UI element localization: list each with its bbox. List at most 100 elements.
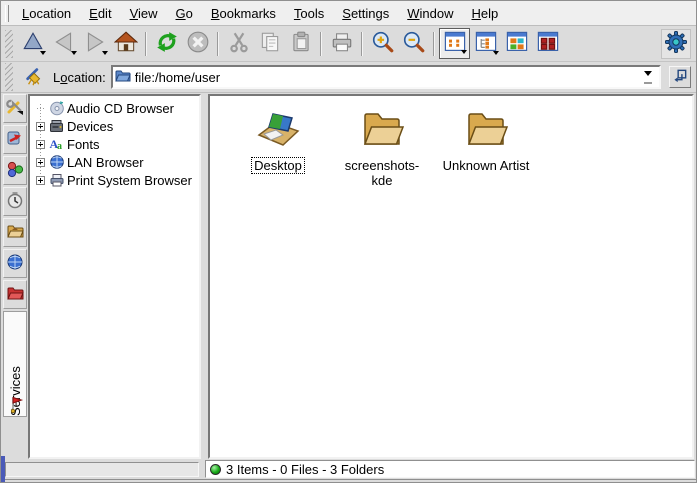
menubar-drag-handle[interactable] — [5, 5, 9, 22]
tree-item-label: LAN Browser — [67, 155, 144, 170]
folder-item-unknown-artist[interactable]: Unknown Artist — [434, 102, 538, 174]
toolbar-separator — [217, 32, 219, 56]
up-arrow-button[interactable] — [17, 28, 48, 59]
folder-item-screenshots-kde[interactable]: screenshots-kde — [330, 102, 434, 189]
clear-location-button[interactable] — [22, 64, 48, 90]
tree-item-audio-cd-browser[interactable]: Audio CD Browser — [30, 99, 199, 117]
reload-icon — [155, 30, 179, 57]
stop-button[interactable] — [182, 28, 213, 59]
sidebar-tab-services[interactable]: Services — [3, 311, 27, 417]
sidebar-tab-strip: Services — [3, 94, 28, 459]
sidebar-tab-root-folder[interactable] — [3, 280, 27, 309]
sidebar-statusbar — [5, 462, 199, 477]
stop-icon — [186, 30, 210, 57]
tree-view-button[interactable] — [470, 28, 501, 59]
status-led-icon — [210, 464, 221, 475]
bookmarks-icon — [6, 129, 24, 150]
paste-button[interactable] — [285, 28, 316, 59]
desktop-folder-icon — [254, 104, 302, 152]
home-button[interactable] — [110, 28, 141, 59]
lan-browser-icon — [49, 154, 65, 170]
location-dropdown-arrow[interactable] — [639, 67, 657, 87]
sidebar-tab-applications[interactable] — [3, 156, 27, 185]
services-flag-icon — [6, 395, 24, 413]
menu-window[interactable]: Window — [398, 3, 462, 24]
print-button[interactable] — [326, 28, 357, 59]
tree-item-print-system-browser[interactable]: Print System Browser — [30, 171, 199, 189]
copy-button[interactable] — [254, 28, 285, 59]
reload-button[interactable] — [151, 28, 182, 59]
tree-item-label: Audio CD Browser — [67, 101, 174, 116]
copy-icon — [258, 30, 282, 57]
menu-go[interactable]: Go — [167, 3, 202, 24]
audio-cd-icon — [49, 100, 65, 116]
sidebar-tree-panel: Audio CD BrowserDevicesAaFonts LAN Browse… — [28, 94, 201, 459]
multicolumn-view-button[interactable] — [501, 28, 532, 59]
location-label: Location: — [53, 70, 106, 85]
zoom-out-button[interactable] — [398, 28, 429, 59]
root-folder-icon — [6, 284, 24, 305]
dropdown-arrow-icon — [40, 51, 46, 58]
tree-item-fonts[interactable]: AaFonts — [30, 135, 199, 153]
cut-button[interactable] — [223, 28, 254, 59]
toolbar-separator — [361, 32, 363, 56]
toolbar-drag-handle[interactable] — [5, 30, 13, 58]
menu-help[interactable]: Help — [463, 3, 508, 24]
forward-arrow-button[interactable] — [79, 28, 110, 59]
devices-icon — [49, 118, 65, 134]
location-combobox[interactable] — [111, 65, 661, 89]
zoom-out-icon — [402, 30, 426, 57]
folder-item-label: Unknown Artist — [440, 157, 533, 174]
location-toolbar-drag-handle[interactable] — [5, 63, 13, 91]
konqueror-gear-icon — [664, 30, 688, 57]
konqueror-gear-button[interactable] — [661, 29, 691, 59]
cut-icon — [227, 30, 251, 57]
menu-view[interactable]: View — [121, 3, 167, 24]
menu-bookmarks[interactable]: Bookmarks — [202, 3, 285, 24]
sidebar-tab-history[interactable] — [3, 187, 27, 216]
sidebar-tab-filler — [3, 419, 27, 459]
zoom-in-button[interactable] — [367, 28, 398, 59]
icon-view-button[interactable] — [439, 28, 470, 59]
folder-icon-view[interactable]: Desktopscreenshots-kde Unknown Artist — [208, 94, 694, 459]
location-input[interactable] — [135, 70, 635, 85]
dropdown-arrow-icon — [493, 51, 499, 58]
print-icon — [330, 30, 354, 57]
dropdown-arrow-icon — [461, 50, 467, 57]
folder-icon — [358, 104, 406, 152]
menu-settings[interactable]: Settings — [333, 3, 398, 24]
tree-item-label: Print System Browser — [67, 173, 192, 188]
network-icon — [6, 253, 24, 274]
applications-icon — [6, 160, 24, 181]
panel-splitter[interactable] — [201, 94, 208, 459]
location-toolbar: Location: — [1, 62, 696, 93]
menubar: LocationEditViewGoBookmarksToolsSettings… — [1, 1, 696, 26]
dropdown-arrow-icon — [71, 51, 77, 58]
menu-location[interactable]: Location — [13, 3, 80, 24]
tree-item-devices[interactable]: Devices — [30, 117, 199, 135]
menu-tools[interactable]: Tools — [285, 3, 333, 24]
detailed-list-view-icon — [536, 30, 560, 57]
go-enter-icon — [673, 68, 688, 86]
tree-item-lan-browser[interactable]: LAN Browser — [30, 153, 199, 171]
desktop-corner-sliver — [1, 456, 5, 482]
main-statusbar: 3 Items - 0 Files - 3 Folders — [205, 460, 695, 478]
main-toolbar — [1, 26, 696, 62]
sidebar-tab-network[interactable] — [3, 249, 27, 278]
content-area: Services Audio CD BrowserDevicesAaFonts L… — [1, 93, 696, 459]
go-button[interactable] — [669, 66, 691, 88]
sidebar-tab-configure[interactable] — [3, 94, 27, 123]
menu-edit[interactable]: Edit — [80, 3, 120, 24]
toolbar-separator — [145, 32, 147, 56]
dropdown-arrow-icon — [102, 51, 108, 58]
sidebar-tab-home-folder[interactable] — [3, 218, 27, 247]
folder-item-label: screenshots-kde — [334, 157, 430, 189]
folder-item-desktop[interactable]: Desktop — [226, 102, 330, 174]
back-arrow-button[interactable] — [48, 28, 79, 59]
sidebar-tab-bookmarks[interactable] — [3, 125, 27, 154]
folder-icon — [462, 104, 510, 152]
status-text: 3 Items - 0 Files - 3 Folders — [226, 462, 384, 477]
status-row: 3 Items - 0 Files - 3 Folders — [1, 459, 696, 479]
detailed-list-view-button[interactable] — [532, 28, 563, 59]
paste-icon — [289, 30, 313, 57]
